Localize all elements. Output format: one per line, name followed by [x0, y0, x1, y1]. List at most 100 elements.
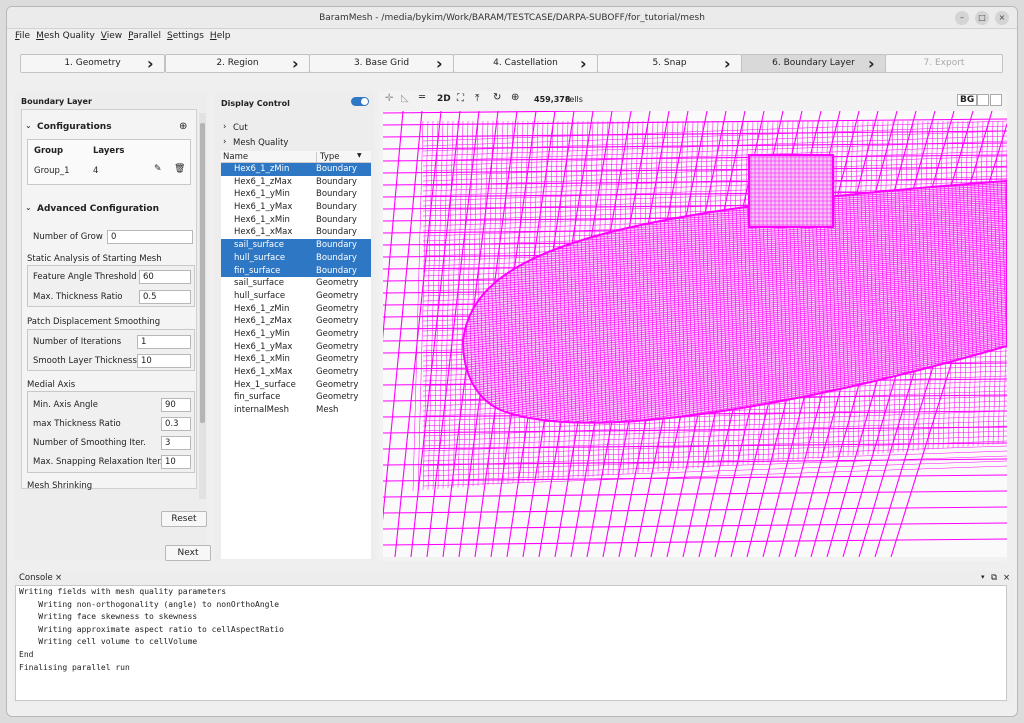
zoom-in-icon[interactable]: ⊕	[511, 92, 519, 103]
snap-relax-input[interactable]: 10	[161, 455, 191, 469]
max-thick-ratio-input[interactable]: 0.3	[161, 417, 191, 431]
tree-row[interactable]: Hex6_1_xMax Boundary	[221, 226, 371, 239]
minimize-button[interactable]: –	[955, 11, 969, 25]
tree-row[interactable]: Hex6_1_zMin Boundary	[221, 163, 371, 176]
console-line: Writing fields with mesh quality paramet…	[19, 587, 227, 596]
tree-row[interactable]: Hex6_1_yMax Boundary	[221, 201, 371, 214]
number-of-grow-input[interactable]: 0	[107, 230, 193, 244]
configurations-header[interactable]: Configurations	[37, 122, 112, 132]
next-button[interactable]: Next	[165, 545, 211, 561]
tree-row-type: Geometry	[316, 278, 359, 289]
tree-row[interactable]: fin_surface Geometry	[221, 391, 371, 404]
tree-row-name: Hex6_1_zMin	[234, 303, 290, 314]
edit-icon[interactable]: ✎	[154, 164, 162, 174]
tree-row[interactable]: Hex6_1_yMax Geometry	[221, 341, 371, 354]
menu-view[interactable]: View	[101, 31, 122, 41]
mesh-line	[383, 474, 1007, 482]
step-base-grid[interactable]: 3. Base Grid	[309, 54, 454, 73]
tree-row[interactable]: fin_surface Boundary	[221, 264, 371, 278]
bg-button[interactable]: BG	[957, 94, 978, 106]
step-export[interactable]: 7. Export	[885, 54, 1003, 73]
console-tab[interactable]: Console	[19, 573, 53, 583]
close-button[interactable]: ×	[995, 11, 1009, 25]
chevron-right-icon: ›	[580, 54, 587, 73]
view-2d-button[interactable]: 2D	[437, 94, 451, 104]
tree-row-name: Hex6_1_xMax	[234, 227, 293, 238]
left-scrollbar-thumb[interactable]	[200, 123, 205, 423]
smoothing-iter-input[interactable]: 3	[161, 436, 191, 450]
iterations-input[interactable]: 1	[137, 335, 191, 349]
trash-icon[interactable]: 🗑	[174, 164, 185, 174]
tree-row[interactable]: Hex_1_surface Geometry	[221, 379, 371, 392]
display-toggle[interactable]	[351, 97, 369, 106]
mesh-line	[383, 506, 1007, 514]
menu-settings[interactable]: Settings	[167, 31, 204, 41]
menu-parallel[interactable]: Parallel	[128, 31, 161, 41]
step-boundary-layer[interactable]: 6. Boundary Layer	[741, 54, 886, 73]
render-viewport[interactable]: ✛ ◺ ═ 2D ⛶ ⤒ ↻ ⊕ 459,378 cells BG	[379, 91, 1007, 561]
tree-row-type: Geometry	[316, 290, 359, 301]
close-icon[interactable]: ×	[55, 573, 62, 583]
tree-row[interactable]: sail_surface Boundary	[221, 239, 371, 252]
tree-row[interactable]: internalMesh Mesh	[221, 404, 371, 417]
chevron-right-icon[interactable]: ›	[223, 122, 226, 132]
tree-row[interactable]: Hex6_1_zMax Geometry	[221, 315, 371, 328]
ruler-icon[interactable]: ◺	[401, 93, 409, 104]
parallel-view-icon[interactable]: ═	[419, 92, 425, 103]
bg-color-1[interactable]	[977, 94, 989, 106]
tree-row[interactable]: Hex6_1_zMin Geometry	[221, 303, 371, 316]
bg-color-2[interactable]	[990, 94, 1002, 106]
close-icon[interactable]: ×	[1003, 573, 1010, 583]
configurations-table: Group Layers Group_1 4 ✎ 🗑	[27, 139, 191, 185]
min-axis-angle-input[interactable]: 90	[161, 398, 191, 412]
smooth-layer-input[interactable]: 10	[137, 354, 191, 368]
fit-view-icon[interactable]: ⛶	[457, 93, 464, 104]
dock-menu-icon[interactable]: ▾	[981, 573, 985, 581]
cut-section[interactable]: Cut	[233, 123, 248, 133]
col-name[interactable]: Name	[223, 152, 248, 162]
tree-row[interactable]: Hex6_1_xMin Geometry	[221, 353, 371, 366]
mesh-render[interactable]	[383, 111, 1007, 557]
reset-button[interactable]: Reset	[161, 511, 207, 527]
undock-icon[interactable]: ⧉	[991, 573, 997, 583]
step-castellation[interactable]: 4. Castellation	[453, 54, 598, 73]
tree-row[interactable]: Hex6_1_xMin Boundary	[221, 214, 371, 227]
col-type[interactable]: Type	[316, 152, 340, 162]
tree-row[interactable]: sail_surface Geometry	[221, 277, 371, 290]
max-thickness-input[interactable]: 0.5	[139, 290, 191, 304]
maximize-button[interactable]: □	[975, 11, 989, 25]
sort-down-icon[interactable]: ▼	[357, 152, 362, 159]
step-region[interactable]: 2. Region	[165, 54, 310, 73]
tree-row[interactable]: Hex6_1_zMax Boundary	[221, 176, 371, 189]
chevron-right-icon[interactable]: ›	[223, 137, 226, 147]
chevron-down-icon[interactable]: ⌄	[25, 203, 32, 212]
tree-row[interactable]: hull_surface Boundary	[221, 251, 371, 265]
advanced-config-header[interactable]: Advanced Configuration	[37, 204, 159, 214]
group-name[interactable]: Group_1	[34, 166, 70, 176]
console-output[interactable]: Writing fields with mesh quality paramet…	[15, 585, 1007, 701]
console-line: Finalising parallel run	[19, 662, 130, 672]
tree-row-type: Boundary	[316, 202, 357, 213]
rotate-icon[interactable]: ↻	[493, 92, 501, 103]
chevron-down-icon[interactable]: ⌄	[25, 121, 32, 130]
group-layers[interactable]: 4	[93, 166, 98, 176]
mesh-line	[422, 135, 1007, 157]
tree-row[interactable]: Hex6_1_xMax Geometry	[221, 366, 371, 379]
menu-file[interactable]: File	[15, 31, 30, 41]
step-snap[interactable]: 5. Snap	[597, 54, 742, 73]
step-geometry[interactable]: 1. Geometry	[20, 54, 165, 73]
left-scrollbar[interactable]	[199, 113, 206, 499]
console-dock: Console × ▾ ⧉ × Writing fields with mesh…	[13, 571, 1013, 703]
tree-row[interactable]: Hex6_1_yMin Geometry	[221, 328, 371, 341]
feature-angle-input[interactable]: 60	[139, 270, 191, 284]
up-axis-icon[interactable]: ⤒	[475, 93, 479, 104]
chevron-right-icon: ›	[147, 54, 154, 73]
menu-mesh-quality[interactable]: Mesh Quality	[36, 31, 95, 41]
mesh-quality-section[interactable]: Mesh Quality	[233, 138, 288, 148]
tree-row[interactable]: Hex6_1_yMin Boundary	[221, 188, 371, 201]
add-icon[interactable]: ⊕	[179, 121, 187, 132]
tree-row-type: Boundary	[316, 214, 357, 225]
axes-icon[interactable]: ✛	[385, 93, 393, 104]
tree-row[interactable]: hull_surface Geometry	[221, 290, 371, 303]
menu-help[interactable]: Help	[210, 31, 231, 41]
